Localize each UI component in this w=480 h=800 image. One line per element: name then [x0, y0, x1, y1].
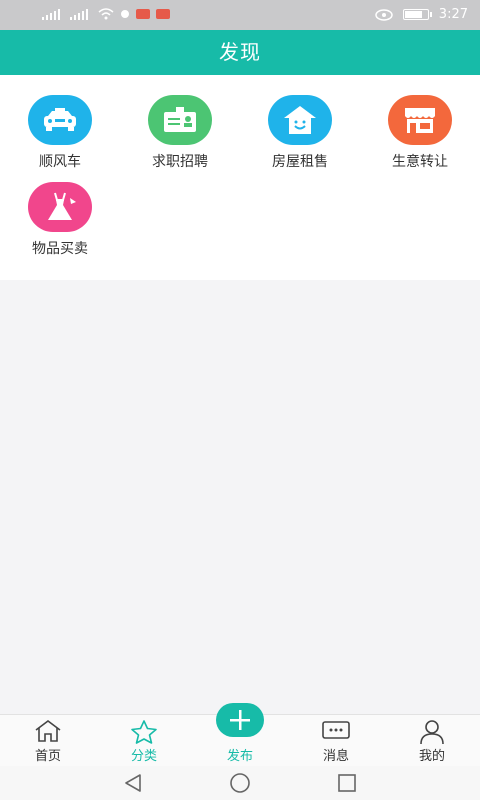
tab-messages[interactable]: 消息: [288, 715, 384, 767]
category-housing[interactable]: 房屋租售: [240, 95, 360, 171]
house-icon: [268, 95, 332, 145]
category-jobs[interactable]: 求职招聘: [120, 95, 240, 171]
message-icon: [322, 721, 350, 739]
tab-label: 首页: [34, 749, 61, 764]
category-business-transfer[interactable]: 生意转让: [360, 95, 480, 171]
tab-label: 分类: [130, 749, 157, 764]
tab-publish[interactable]: 发布: [192, 703, 288, 767]
wifi-icon: [98, 8, 114, 20]
publish-button[interactable]: [216, 703, 264, 737]
category-goods-trade[interactable]: 物品买卖: [0, 182, 120, 258]
dress-icon: [28, 182, 92, 232]
tab-label: 我的: [418, 749, 445, 764]
category-grid: 顺风车 求职招聘 房屋租售 生意转让 物品买卖: [0, 75, 480, 280]
plus-icon: [230, 710, 250, 730]
tab-profile[interactable]: 我的: [384, 715, 480, 767]
status-time: 3:27: [438, 7, 468, 22]
car-icon: [28, 95, 92, 145]
category-rideshare[interactable]: 顺风车: [0, 95, 120, 171]
category-label: 物品买卖: [32, 241, 88, 257]
battery-icon: [402, 9, 432, 20]
signal-icon: [42, 8, 64, 20]
home-circle-icon[interactable]: [228, 772, 252, 794]
category-label: 房屋租售: [272, 154, 328, 170]
tab-label: 发布: [226, 749, 253, 764]
status-bar: 3:27: [0, 0, 480, 30]
settings-icon: [121, 10, 129, 18]
shop-icon: [388, 95, 452, 145]
star-icon: [131, 720, 157, 744]
home-icon: [35, 720, 61, 742]
system-nav-bar: [0, 766, 480, 800]
news-notification-icon: [156, 9, 170, 19]
tab-label: 消息: [322, 749, 349, 764]
category-label: 生意转让: [392, 154, 448, 170]
user-icon: [420, 720, 444, 745]
back-icon[interactable]: [122, 772, 144, 794]
page-title: 发现: [0, 30, 480, 75]
app-notification-icon: [136, 9, 150, 19]
recents-icon[interactable]: [336, 772, 358, 794]
id-card-icon: [148, 95, 212, 145]
eye-icon: [375, 8, 393, 21]
tab-categories[interactable]: 分类: [96, 715, 192, 767]
signal-icon-2: [70, 8, 92, 20]
category-label: 顺风车: [39, 154, 81, 170]
bottom-tab-bar: 首页 分类 发布 消息 我的: [0, 703, 480, 767]
category-label: 求职招聘: [152, 154, 208, 170]
tab-home[interactable]: 首页: [0, 715, 96, 767]
